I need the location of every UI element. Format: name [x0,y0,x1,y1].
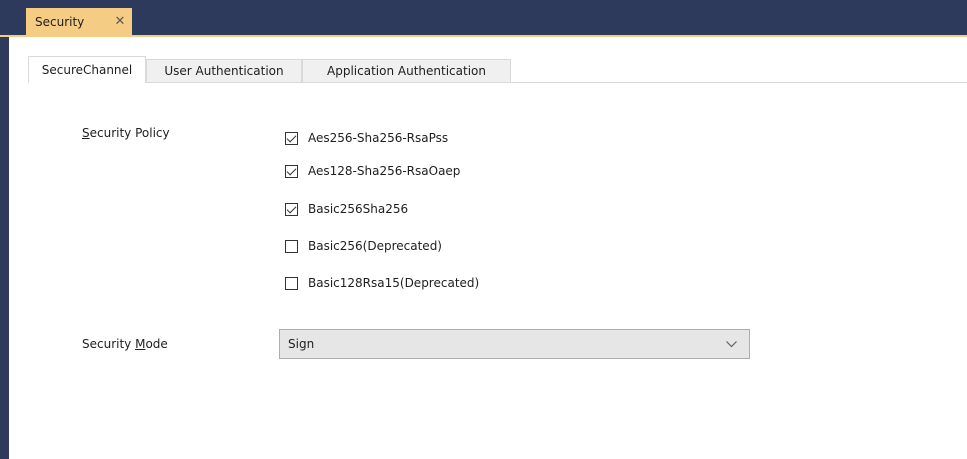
window-left-edge [0,37,9,459]
document-tab-security[interactable]: Security ✕ [26,8,132,35]
checkbox-unchecked-icon[interactable] [285,276,298,290]
tab-application-authentication[interactable]: Application Authentication [302,59,511,82]
policy-option-basic256-deprecated[interactable]: Basic256(Deprecated) [285,237,442,255]
checkbox-checked-icon[interactable] [285,131,298,145]
policy-option-label: Basic256(Deprecated) [308,239,442,253]
tab-securechannel[interactable]: SecureChannel [28,56,146,83]
security-policy-label: Security Policy [82,126,170,140]
security-policy-label-text: ecurity Policy [89,126,170,140]
security-mode-access-key: M [135,337,146,351]
security-mode-label: Security Mode [82,337,168,351]
tab-label: User Authentication [164,64,284,78]
tab-label: SecureChannel [41,63,133,77]
security-policy-access-key: S [82,126,90,140]
security-mode-label-text: Security [82,337,136,351]
tab-label: Application Authentication [327,64,486,78]
security-mode-dropdown[interactable]: Sign [279,329,750,359]
policy-option-label: Basic256Sha256 [308,202,409,216]
chevron-down-icon[interactable] [725,338,737,350]
security-mode-value: Sign [288,337,315,351]
policy-option-label: Basic128Rsa15(Deprecated) [308,276,480,290]
policy-option-label: Aes256-Sha256-RsaPss [308,131,449,145]
policy-option-aes256-sha256-rsapss[interactable]: Aes256-Sha256-RsaPss [285,129,448,147]
security-mode-label-suffix: ode [145,337,168,351]
checkbox-checked-icon[interactable] [285,202,298,216]
policy-option-basic128rsa15-deprecated[interactable]: Basic128Rsa15(Deprecated) [285,274,479,292]
policy-option-basic256sha256[interactable]: Basic256Sha256 [285,200,408,218]
close-icon[interactable]: ✕ [112,11,128,31]
policy-option-aes128-sha256-rsaoaep[interactable]: Aes128-Sha256-RsaOaep [285,162,460,180]
policy-option-label: Aes128-Sha256-RsaOaep [308,164,461,178]
checkbox-unchecked-icon[interactable] [285,239,298,253]
checkbox-checked-icon[interactable] [285,164,298,178]
document-tab-bar: Security ✕ [0,0,967,37]
tab-strip-divider [28,82,967,83]
document-tab-title: Security [35,14,85,29]
security-panel: SecureChannel User Authentication Applic… [9,37,967,459]
tab-user-authentication[interactable]: User Authentication [146,59,302,82]
